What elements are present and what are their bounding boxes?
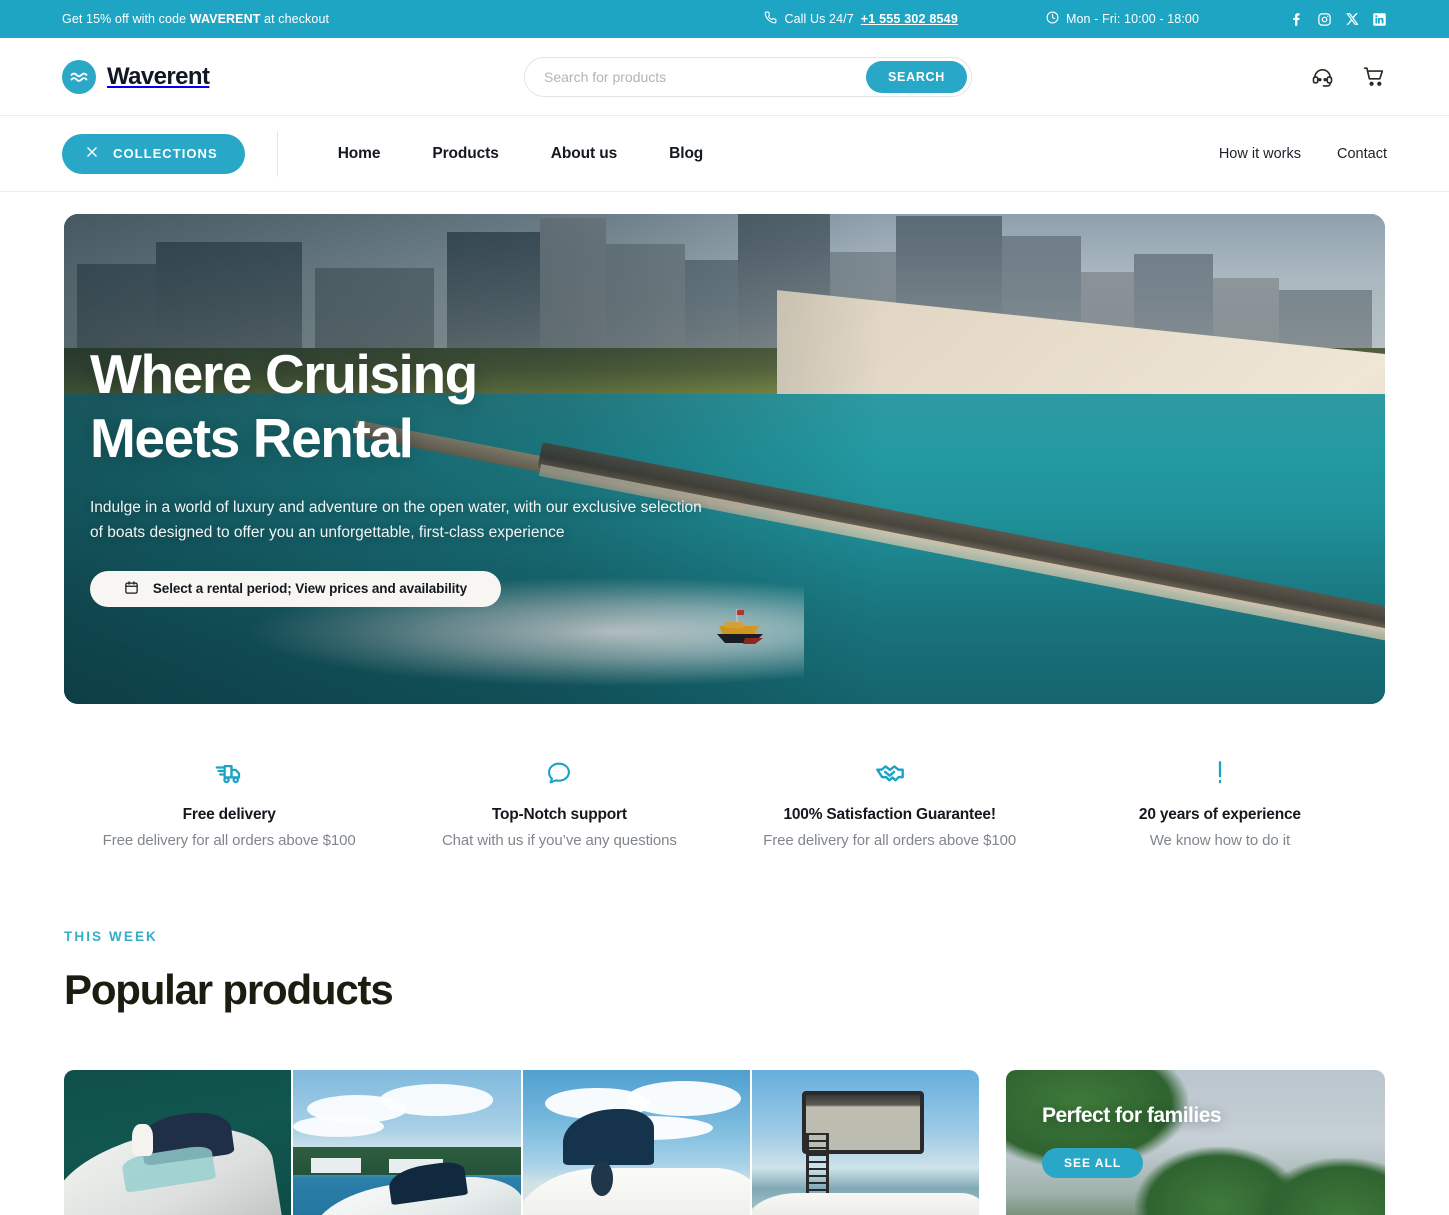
cruiser-hull-shape (522, 1168, 750, 1215)
collections-label: COLLECTIONS (113, 146, 218, 161)
product-card-2[interactable] (293, 1070, 521, 1215)
hero-banner: Where Cruising Meets Rental Indulge in a… (64, 214, 1385, 704)
ladder-shape (806, 1133, 829, 1193)
product-card-4[interactable] (751, 1070, 979, 1215)
pontoon-deck-shape (751, 1192, 979, 1215)
support-headset-icon[interactable] (1311, 65, 1334, 88)
facebook-icon[interactable] (1289, 12, 1304, 27)
promo-prefix: Get 15% off with code (62, 12, 190, 26)
feature-years-experience: 20 years of experience We know how to do… (1055, 756, 1385, 849)
person-shape (132, 1124, 153, 1156)
brand-logo[interactable]: Waverent (62, 59, 210, 94)
promo-card-title: Perfect for families (1042, 1104, 1222, 1127)
clock-icon (1046, 11, 1059, 27)
nav-item-products[interactable]: Products (406, 145, 524, 163)
delivery-truck-icon (78, 756, 380, 790)
cloud-shape (627, 1080, 741, 1116)
promo-card-families[interactable]: Perfect for families SEE ALL (1006, 1070, 1385, 1215)
rental-period-button[interactable]: Select a rental period; View prices and … (90, 570, 501, 607)
section-title: Popular products (64, 966, 394, 1013)
search-area: SEARCH (524, 56, 972, 97)
hero-title-line-1: Where Cruising (90, 343, 478, 405)
product-image-grid (64, 1070, 979, 1215)
products-row: Perfect for families SEE ALL (0, 1014, 1449, 1215)
feature-satisfaction-guarantee: 100% Satisfaction Guarantee! Free delive… (725, 756, 1055, 849)
promo-text: Get 15% off with code WAVERENT at checko… (62, 12, 329, 26)
phone-icon (764, 11, 777, 27)
instagram-icon[interactable] (1317, 12, 1332, 27)
cart-icon[interactable] (1362, 64, 1387, 89)
search-box: SEARCH (524, 56, 972, 97)
opening-hours-group: Mon - Fri: 10:00 - 18:00 (1046, 11, 1199, 27)
nav-divider (276, 130, 278, 177)
cloud-shape (379, 1084, 494, 1116)
features-row: Free delivery Free delivery for all orde… (0, 704, 1449, 849)
feature-title: 20 years of experience (1138, 806, 1301, 823)
rental-period-label: Select a rental period; View prices and … (152, 581, 468, 597)
main-nav: COLLECTIONS Home Products About us Blog … (0, 116, 1449, 192)
nav-item-how-it-works[interactable]: How it works (1183, 146, 1301, 162)
linkedin-icon[interactable] (1372, 12, 1387, 27)
building-shape (311, 1157, 362, 1174)
feature-desc: Chat with us if you’ve any questions (441, 832, 677, 849)
opening-hours-text: Mon - Fri: 10:00 - 18:00 (1065, 12, 1199, 26)
hero-content: Where Cruising Meets Rental Indulge in a… (90, 342, 1385, 607)
handshake-icon (739, 756, 1041, 790)
product-card-3[interactable] (522, 1070, 750, 1215)
announcement-bar: Get 15% off with code WAVERENT at checko… (0, 0, 1449, 38)
nav-item-contact[interactable]: Contact (1301, 146, 1387, 162)
promo-code: WAVERENT (189, 12, 261, 26)
product-card-1[interactable] (64, 1070, 292, 1215)
feature-free-delivery: Free delivery Free delivery for all orde… (64, 756, 394, 849)
nav-secondary-links: How it works Contact (1183, 146, 1387, 162)
call-us-group: Call Us 24/7 +1 555 302 8549 (764, 11, 958, 27)
nav-item-about-us[interactable]: About us (525, 145, 643, 163)
calendar-icon (124, 580, 139, 598)
nav-item-blog[interactable]: Blog (643, 145, 729, 163)
feature-title: Top-Notch support (491, 806, 627, 823)
x-twitter-icon[interactable] (1345, 12, 1359, 26)
wave-logo-icon (62, 59, 96, 94)
hero-title-line-2: Meets Rental (90, 407, 414, 470)
hero-section: Where Cruising Meets Rental Indulge in a… (0, 192, 1449, 704)
chat-bubble-icon (408, 756, 710, 790)
collections-button[interactable]: COLLECTIONS (62, 133, 245, 174)
promo-suffix: at checkout (260, 12, 330, 26)
hero-title: Where Cruising Meets Rental (90, 342, 750, 471)
close-x-icon (85, 145, 99, 162)
see-all-button[interactable]: SEE ALL (1042, 1148, 1144, 1178)
feature-title: Free delivery (182, 806, 276, 823)
search-button[interactable]: SEARCH (866, 60, 967, 93)
section-eyebrow: THIS WEEK (64, 929, 158, 944)
cloud-shape (293, 1115, 385, 1137)
social-links (1289, 12, 1387, 27)
exclamation-icon (1069, 756, 1371, 790)
phone-link[interactable]: +1 555 302 8549 (861, 12, 958, 26)
feature-desc: We know how to do it (1149, 832, 1291, 849)
feature-title: 100% Satisfaction Guarantee! (783, 806, 996, 823)
nav-links: Home Products About us Blog (312, 145, 729, 163)
popular-products-header: THIS WEEK Popular products (0, 849, 1449, 1014)
call-us-label: Call Us 24/7 (784, 12, 854, 26)
header-actions (1311, 64, 1387, 89)
feature-desc: Free delivery for all orders above $100 (102, 832, 356, 849)
site-header: Waverent SEARCH (0, 38, 1449, 116)
nav-item-home[interactable]: Home (312, 145, 407, 163)
hero-paragraph: Indulge in a world of luxury and adventu… (90, 498, 702, 541)
brand-name: Waverent (107, 62, 210, 90)
search-input[interactable] (544, 68, 867, 85)
feature-desc: Free delivery for all orders above $100 (763, 832, 1017, 849)
feature-top-notch-support: Top-Notch support Chat with us if you’ve… (394, 756, 724, 849)
palm-tree-shape (1256, 1157, 1385, 1215)
